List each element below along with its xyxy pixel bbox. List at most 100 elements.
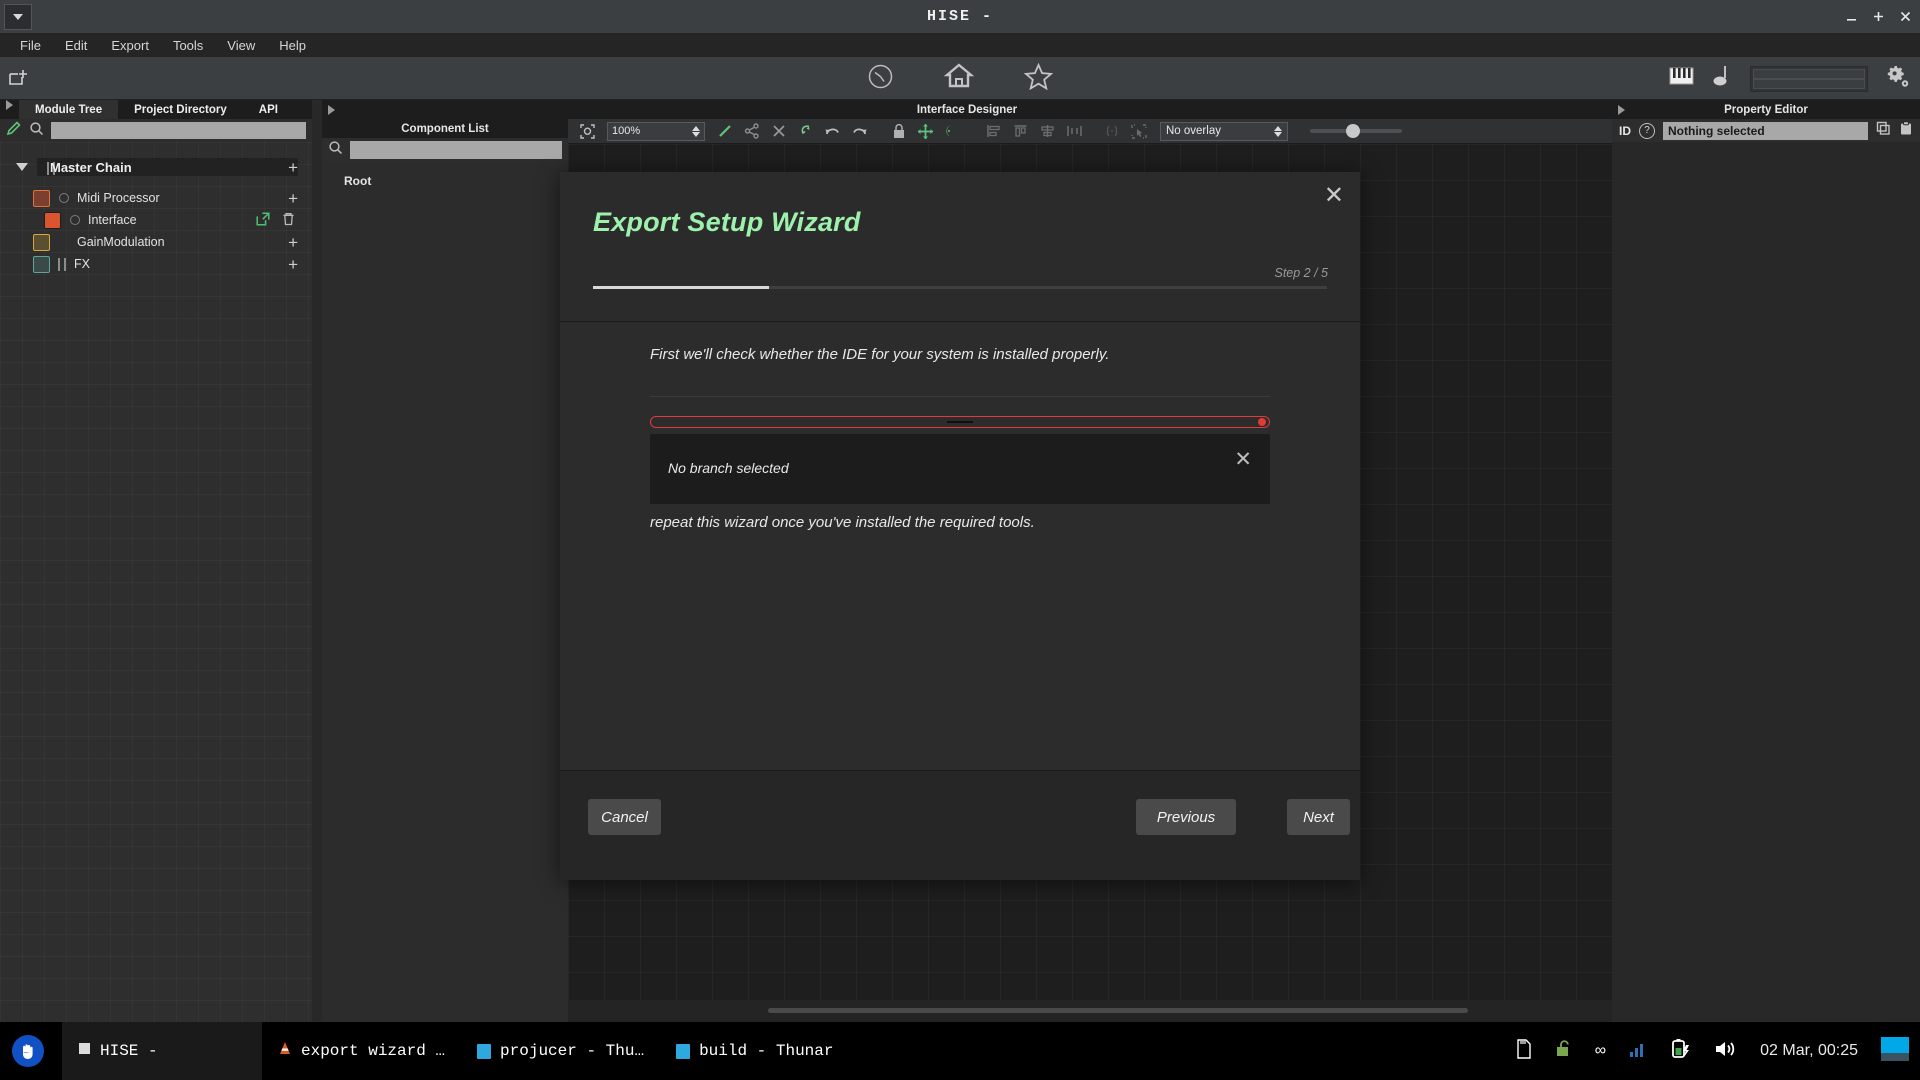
copy-icon[interactable]: [1876, 121, 1891, 141]
bypass-radio-icon[interactable]: [70, 215, 80, 225]
tree-item-master-chain[interactable]: Master Chain +: [0, 156, 312, 178]
menu-item-tools[interactable]: Tools: [161, 36, 215, 55]
zoom-level-select[interactable]: 100%: [607, 121, 705, 141]
share-icon[interactable]: [738, 119, 765, 144]
home-icon[interactable]: [943, 62, 975, 95]
undo-curved-icon[interactable]: [792, 119, 819, 144]
tree-label-midi-processor: Midi Processor: [77, 191, 160, 205]
tree-item-interface[interactable]: Interface: [0, 209, 312, 231]
maximize-icon[interactable]: [1870, 8, 1887, 25]
question-icon[interactable]: ?: [1639, 122, 1655, 139]
paste-icon[interactable]: [1899, 120, 1913, 141]
undo-icon[interactable]: [819, 119, 846, 144]
tab-api[interactable]: API: [243, 100, 294, 119]
level-meters: [1750, 65, 1868, 92]
start-menu-icon[interactable]: [12, 1035, 44, 1067]
tab-project-directory[interactable]: Project Directory: [118, 100, 243, 119]
zoom-to-fit-icon[interactable]: [574, 119, 601, 144]
module-search-input[interactable]: [51, 122, 306, 139]
volume-icon[interactable]: [1714, 1039, 1738, 1064]
property-editor-panel: Property Editor ID ? Nothing selected: [1612, 100, 1920, 1022]
pencil-icon[interactable]: [6, 120, 22, 141]
interface-designer-title: Interface Designer: [916, 103, 1018, 116]
property-editor-header: Property Editor: [1612, 100, 1920, 119]
search-icon[interactable]: [328, 140, 343, 160]
workspace-icon[interactable]: [1880, 1036, 1910, 1067]
select-all-icon[interactable]: [1125, 119, 1152, 144]
align-left-icon[interactable]: [980, 119, 1007, 144]
lock-icon[interactable]: [885, 119, 912, 144]
canvas-horizontal-scrollbar[interactable]: [568, 1000, 1612, 1022]
menu-item-edit[interactable]: Edit: [53, 36, 99, 55]
moon-icon[interactable]: [939, 119, 966, 144]
drag-handle[interactable]: [58, 257, 66, 271]
search-icon[interactable]: [29, 121, 44, 141]
taskbar-item-build[interactable]: build - Thunar: [660, 1022, 849, 1080]
tree-item-gainmodulation[interactable]: GainModulation +: [0, 231, 312, 253]
keyboard-icon[interactable]: [1669, 65, 1694, 92]
panel-expand-arrow-icon[interactable]: [6, 100, 13, 110]
minimize-icon[interactable]: [1843, 8, 1860, 25]
taskbar-item-hise[interactable]: HISE -: [62, 1022, 262, 1080]
redo-icon[interactable]: [846, 119, 873, 144]
star-icon[interactable]: [1023, 62, 1054, 95]
interface-designer-header: Interface Designer: [322, 100, 1612, 119]
add-module-button-fx[interactable]: +: [288, 256, 298, 273]
wizard-title: Export Setup Wizard: [593, 207, 861, 237]
component-search-input[interactable]: [350, 141, 562, 159]
sd-card-icon[interactable]: [1515, 1038, 1533, 1064]
battery-charging-icon[interactable]: [1670, 1038, 1692, 1065]
gear-icon[interactable]: [1886, 64, 1910, 93]
property-id-value[interactable]: Nothing selected: [1663, 121, 1868, 140]
distribute-icon[interactable]: [1061, 119, 1088, 144]
metronome-icon[interactable]: [1712, 64, 1732, 93]
pencil-icon[interactable]: [711, 119, 738, 144]
delete-x-icon[interactable]: [765, 119, 792, 144]
zoom-slider-knob[interactable]: [1346, 124, 1360, 138]
menu-item-file[interactable]: File: [8, 36, 53, 55]
infinity-icon[interactable]: ∞: [1595, 1042, 1606, 1060]
zoom-level-value: 100%: [612, 125, 641, 137]
overlay-select[interactable]: No overlay: [1160, 121, 1288, 141]
grouping-icon[interactable]: [1098, 119, 1125, 144]
menu-item-view[interactable]: View: [215, 36, 267, 55]
zoom-slider[interactable]: [1310, 124, 1402, 138]
scrollbar-thumb[interactable]: [768, 1008, 1468, 1013]
align-center-icon[interactable]: [1034, 119, 1061, 144]
taskbar-label: export wizard …: [301, 1042, 446, 1060]
chevron-down-icon[interactable]: [16, 163, 28, 171]
wizard-description-line2: repeat this wizard once you've installed…: [650, 514, 1035, 531]
wizard-progress-fill: [593, 286, 770, 289]
taskbar-item-projucer[interactable]: projucer - Thu…: [461, 1022, 660, 1080]
menu-item-help[interactable]: Help: [267, 36, 318, 55]
next-button[interactable]: Next: [1287, 799, 1350, 835]
spin-arrows-icon[interactable]: [1274, 125, 1282, 137]
open-external-icon[interactable]: [256, 211, 270, 229]
cancel-button[interactable]: Cancel: [588, 799, 661, 835]
menu-item-export[interactable]: Export: [99, 36, 161, 55]
gauge-icon[interactable]: [867, 63, 894, 95]
add-module-button-gainmodulation[interactable]: +: [288, 234, 298, 251]
trash-icon[interactable]: [282, 212, 295, 229]
signal-icon[interactable]: [1628, 1040, 1648, 1063]
tree-item-midi-processor[interactable]: Midi Processor +: [0, 187, 312, 209]
add-module-button-midi-processor[interactable]: +: [288, 190, 298, 207]
tree-item-fx[interactable]: FX +: [0, 253, 312, 275]
wizard-separator: [650, 396, 1270, 397]
branch-select-field[interactable]: [650, 416, 1270, 428]
close-icon[interactable]: [1897, 8, 1914, 25]
taskbar-item-export-wizard[interactable]: export wizard …: [262, 1022, 461, 1080]
unlocked-icon[interactable]: [1555, 1039, 1573, 1064]
close-icon[interactable]: ✕: [1324, 184, 1344, 208]
bypass-radio-icon[interactable]: [59, 193, 69, 203]
tab-module-tree[interactable]: Module Tree: [19, 100, 119, 119]
spin-arrows-icon[interactable]: [692, 125, 700, 137]
previous-button[interactable]: Previous: [1136, 799, 1236, 835]
new-project-icon[interactable]: [8, 68, 30, 89]
add-module-button-master-chain[interactable]: +: [288, 159, 298, 176]
align-top-icon[interactable]: [1007, 119, 1034, 144]
close-icon[interactable]: ✕: [1234, 449, 1252, 470]
component-tree-root[interactable]: Root: [322, 162, 568, 188]
move-icon[interactable]: [912, 119, 939, 144]
taskbar-clock[interactable]: 02 Mar, 00:25: [1760, 1042, 1858, 1060]
